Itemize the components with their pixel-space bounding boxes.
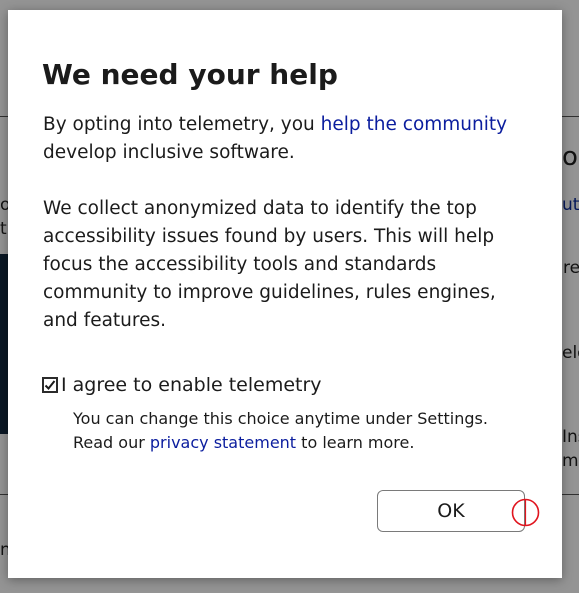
telemetry-checkbox[interactable]: [42, 377, 58, 393]
intro-text-end: develop inclusive software.: [43, 142, 295, 163]
cursor-ring-icon: [511, 498, 540, 527]
settings-note-text-end: to learn more.: [296, 433, 415, 452]
telemetry-dialog: We need your help By opting into telemet…: [8, 10, 562, 578]
dialog-title: We need your help: [42, 58, 338, 91]
settings-note: You can change this choice anytime under…: [73, 407, 533, 455]
settings-note-line1: You can change this choice anytime under…: [73, 409, 488, 428]
settings-note-text: Read our: [73, 433, 150, 452]
checkmark-icon: [44, 380, 56, 390]
telemetry-checkbox-row[interactable]: I agree to enable telemetry: [42, 372, 322, 398]
ok-button[interactable]: OK: [377, 490, 525, 532]
intro-paragraph: By opting into telemetry, you help the c…: [43, 111, 533, 167]
help-community-link[interactable]: help the community: [321, 114, 507, 135]
intro-text: By opting into telemetry, you: [43, 114, 321, 135]
telemetry-checkbox-label[interactable]: I agree to enable telemetry: [61, 372, 322, 398]
privacy-statement-link[interactable]: privacy statement: [150, 433, 296, 452]
body-paragraph: We collect anonymized data to identify t…: [43, 198, 496, 331]
